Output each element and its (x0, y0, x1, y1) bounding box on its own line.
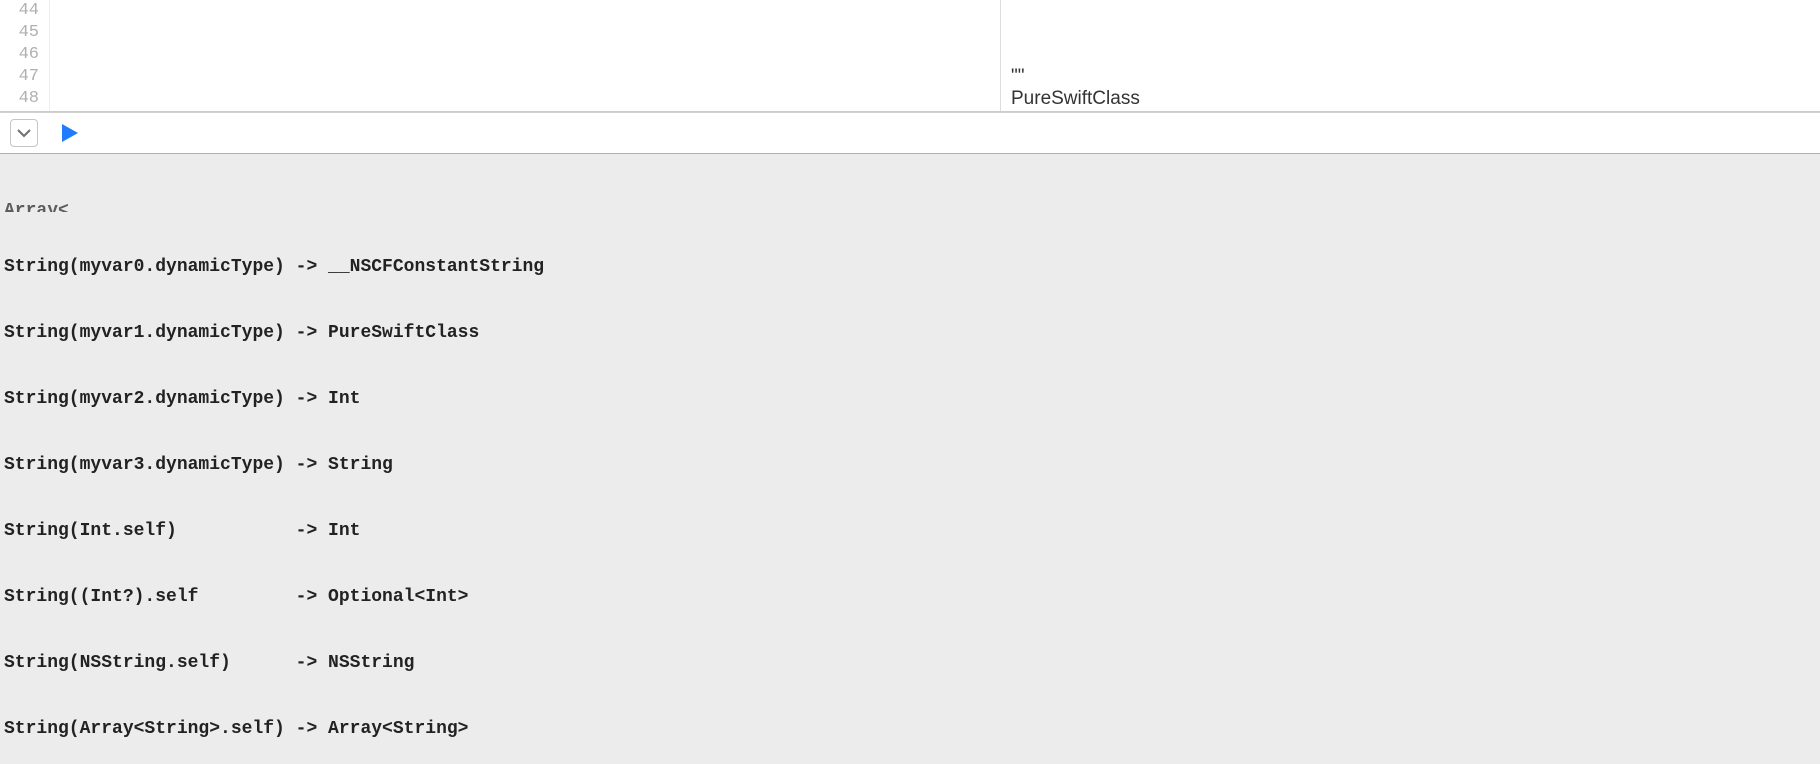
console-line: String((Int?).self -> Optional<Int> (4, 586, 1816, 608)
console-line: String(myvar1.dynamicType) -> PureSwiftC… (4, 322, 1816, 344)
result-line: 42 (1011, 110, 1810, 111)
editor-split: 44 45 46 47 48 49 50 51 52 53 54 55 56 5… (0, 0, 1820, 112)
result-line (1011, 0, 1810, 22)
play-icon (58, 122, 80, 144)
console-line: String(myvar0.dynamicType) -> __NSCFCons… (4, 256, 1816, 278)
result-line (1011, 22, 1810, 44)
line-number: 47 (0, 66, 39, 88)
line-number-gutter: 44 45 46 47 48 49 50 51 52 53 54 55 56 5… (0, 0, 50, 111)
line-number: 48 (0, 88, 39, 110)
console-line-truncated: Array<... (4, 200, 1816, 212)
console-line: String(Int.self) -> Int (4, 520, 1816, 542)
results-sidebar: "" PureSwiftClass 42 "Hans" "String(myva… (1000, 0, 1820, 111)
console-line: String(myvar2.dynamicType) -> Int (4, 388, 1816, 410)
result-line (1011, 44, 1810, 66)
line-number: 46 (0, 44, 39, 66)
debug-toolbar (0, 112, 1820, 154)
console-line: String(myvar3.dynamicType) -> String (4, 454, 1816, 476)
line-number: 45 (0, 22, 39, 44)
console-line: String(Array<String>.self) -> Array<Stri… (4, 718, 1816, 740)
toggle-console-button[interactable] (10, 119, 38, 147)
debug-console[interactable]: Array<... String(myvar0.dynamicType) -> … (0, 154, 1820, 764)
run-button[interactable] (58, 122, 80, 144)
console-line: String(NSString.self) -> NSString (4, 652, 1816, 674)
result-line: PureSwiftClass (1011, 88, 1810, 110)
code-editor[interactable]: class PureSwiftClass { } var myvar0 = NS… (50, 0, 1000, 111)
line-number: 44 (0, 0, 39, 22)
chevron-down-icon (16, 128, 32, 138)
result-line: "" (1011, 66, 1810, 88)
